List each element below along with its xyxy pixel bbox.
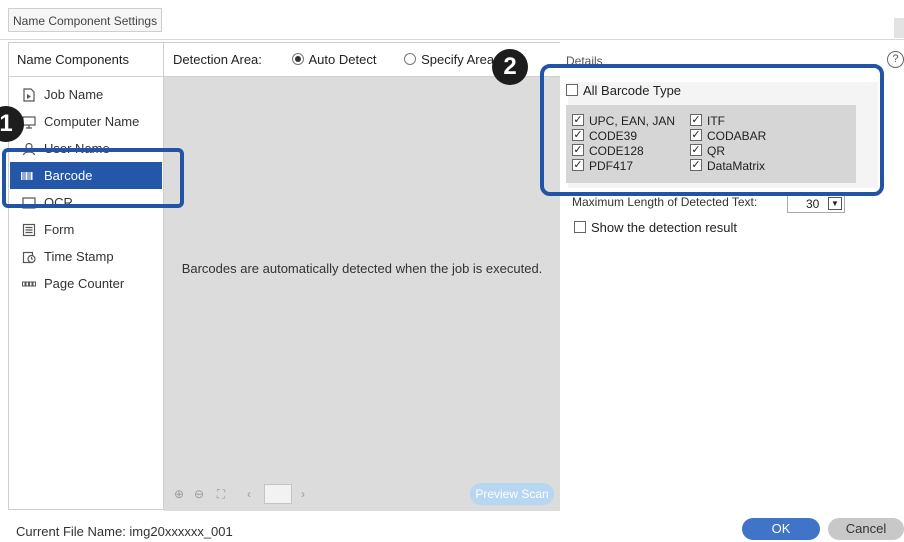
sidebar-item-form[interactable]: Form <box>10 216 162 243</box>
counter-icon <box>22 281 36 287</box>
specify-area-radio[interactable] <box>404 53 417 65</box>
sidebar-item-page-counter[interactable]: Page Counter <box>10 270 162 297</box>
detection-area-label: Detection Area: <box>173 52 262 67</box>
cancel-button[interactable]: Cancel <box>828 518 904 540</box>
sidebar-item-computer-name[interactable]: Computer Name <box>10 108 162 135</box>
show-detection-result-label: Show the detection result <box>591 220 737 235</box>
preview-scan-button[interactable]: Preview Scan <box>470 483 554 505</box>
zoom-out-icon[interactable]: ⊖ <box>192 487 206 501</box>
preview-message: Barcodes are automatically detected when… <box>181 261 543 276</box>
sidebar-item-job-name[interactable]: Job Name <box>10 81 162 108</box>
zoom-in-icon[interactable]: ⊕ <box>172 487 186 501</box>
specify-area-label[interactable]: Specify Area <box>421 52 494 67</box>
preview-area: Barcodes are automatically detected when… <box>164 77 560 477</box>
sidebar-item-label: Form <box>44 222 75 237</box>
callout-barcode-highlight <box>2 148 184 208</box>
auto-detect-label[interactable]: Auto Detect <box>309 52 377 67</box>
current-file-name: Current File Name: img20xxxxxx_001 <box>16 524 233 539</box>
chevron-down-icon[interactable]: ▼ <box>828 197 842 210</box>
name-components-panel: Name Components Job Name Computer Name U… <box>8 42 164 510</box>
previous-page-icon[interactable]: ‹ <box>242 487 256 501</box>
step-badge-2: 2 <box>492 49 528 85</box>
sidebar-item-label: Computer Name <box>44 114 140 129</box>
page-number-input[interactable] <box>264 484 292 504</box>
help-icon[interactable]: ? <box>887 51 904 68</box>
preview-toolbar: ⊕ ⊖ ⛶ ‹ › Preview Scan <box>164 477 560 511</box>
sidebar-item-label: Job Name <box>44 87 104 102</box>
window-control[interactable] <box>894 18 904 38</box>
fit-page-icon[interactable]: ⛶ <box>214 487 228 502</box>
computer-icon <box>22 116 36 129</box>
panel-header: Name Components <box>9 43 163 77</box>
callout-barcode-type-highlight <box>540 64 884 196</box>
max-length-value: 30 <box>806 197 820 211</box>
auto-detect-radio[interactable] <box>291 53 304 65</box>
form-icon <box>22 223 36 237</box>
max-length-label: Maximum Length of Detected Text: <box>572 195 758 209</box>
ok-button[interactable]: OK <box>742 518 820 540</box>
show-detection-result-row[interactable]: Show the detection result <box>574 220 737 235</box>
sidebar-item-label: Page Counter <box>44 276 125 291</box>
footer: Current File Name: img20xxxxxx_001 OK Ca… <box>0 510 904 542</box>
window-title: Name Component Settings <box>8 8 163 32</box>
sidebar-item-time-stamp[interactable]: Time Stamp <box>10 243 162 270</box>
next-page-icon[interactable]: › <box>296 487 310 501</box>
show-detection-result-checkbox[interactable] <box>574 221 586 233</box>
sidebar-item-label: Time Stamp <box>44 249 114 264</box>
clock-icon <box>22 251 36 264</box>
max-length-input[interactable]: 30 ▼ <box>787 194 845 213</box>
preview-panel: Detection Area: Auto Detect Specify Area… <box>164 42 560 511</box>
document-icon <box>23 88 35 102</box>
title-bar: Name Component Settings <box>0 0 904 40</box>
